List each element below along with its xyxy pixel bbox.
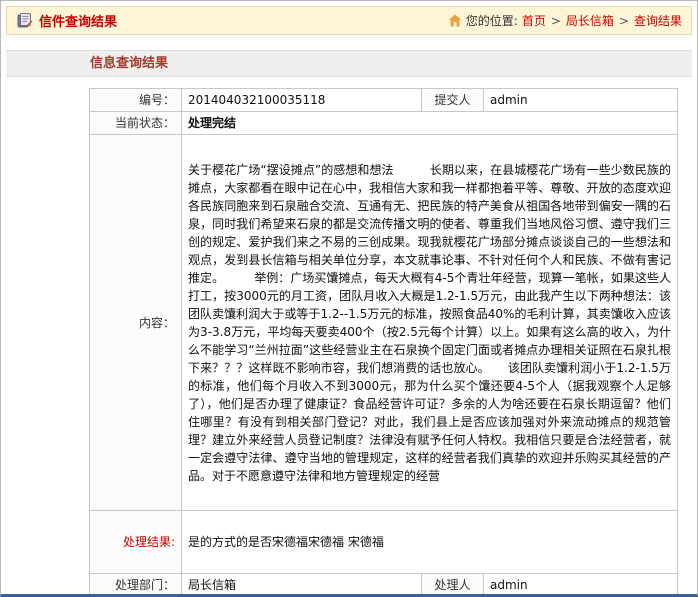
submitter-value: admin [484,89,678,112]
breadcrumb-separator: > [550,14,562,28]
letter-icon [16,12,33,29]
number-value: 201404032100035118 [182,89,422,112]
result-label: 处理结果: [90,511,182,574]
header-bar: 信件查询结果 您的位置: 首页 > 局长信箱 > 查询结果 [6,6,692,35]
handler-label: 处理人 [422,574,484,597]
breadcrumb-link-home[interactable]: 首页 [522,12,546,29]
department-value: 局长信箱 [182,574,422,597]
status-value: 处理完结 [182,112,678,135]
breadcrumb-separator: > [618,14,630,28]
status-label: 当前状态： [90,112,182,135]
section-title-bar: 信息查询结果 [6,50,692,77]
number-label: 编号： [90,89,182,112]
result-table: 编号： 201404032100035118 提交人 admin 当前状态： 处… [89,88,678,597]
submitter-label: 提交人 [422,89,484,112]
header-left: 信件查询结果 [16,11,117,30]
page: 信件查询结果 您的位置: 首页 > 局长信箱 > 查询结果 信息查询结果 编号： [0,0,698,597]
breadcrumb-link-query-result[interactable]: 查询结果 [634,12,682,29]
content-label: 内容： [90,135,182,511]
department-label: 处理部门： [90,574,182,597]
result-value: 是的方式的是否宋德福宋德福 宋德福 [182,511,678,574]
content-value: 关于樱花广场“摆设摊点”的感想和想法 长期以来，在县城樱花广场有一些少数民族的摊… [182,135,678,511]
page-title: 信件查询结果 [39,11,117,30]
breadcrumb-link-mailbox[interactable]: 局长信箱 [566,12,614,29]
breadcrumb-location-label: 您的位置: [466,12,518,29]
breadcrumb: 您的位置: 首页 > 局长信箱 > 查询结果 [448,12,682,29]
table-row-department: 处理部门： 局长信箱 处理人 admin [90,574,678,597]
table-row-status: 当前状态： 处理完结 [90,112,678,135]
handler-value: admin [484,574,678,597]
table-row-result: 处理结果: 是的方式的是否宋德福宋德福 宋德福 [90,511,678,574]
table-row-number: 编号： 201404032100035118 提交人 admin [90,89,678,112]
table-row-content: 内容： 关于樱花广场“摆设摊点”的感想和想法 长期以来，在县城樱花广场有一些少数… [90,135,678,511]
home-icon [448,14,462,27]
section-title: 信息查询结果 [90,56,168,71]
